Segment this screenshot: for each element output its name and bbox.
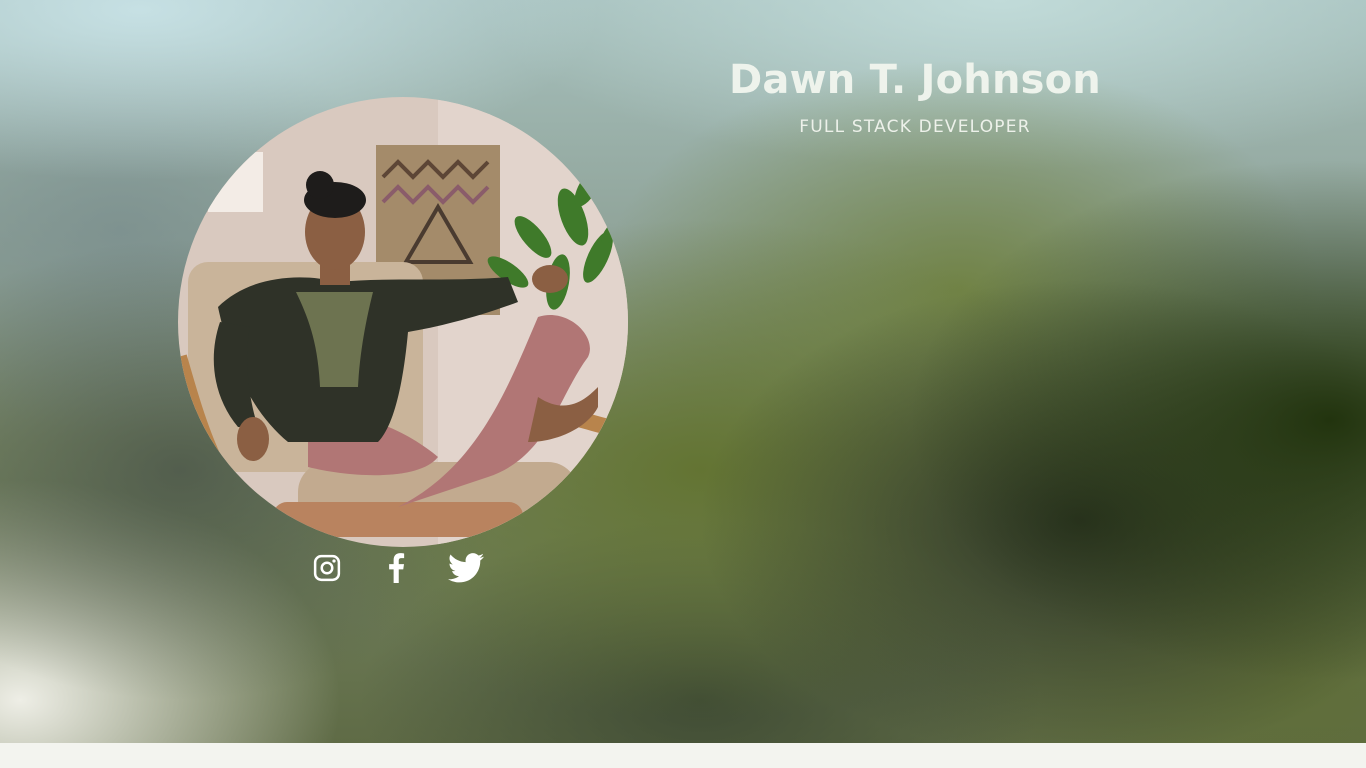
instagram-icon [313, 554, 341, 582]
profile-title: FULL STACK DEVELOPER [799, 117, 1031, 137]
page-footer-strip [0, 743, 1366, 768]
twitter-icon [448, 553, 484, 583]
profile-name: Dawn T. Johnson [729, 57, 1101, 103]
facebook-icon [389, 553, 405, 583]
hero-section: Dawn T. Johnson FULL STACK DEVELOPER [0, 0, 1366, 743]
instagram-link[interactable] [307, 548, 347, 588]
facebook-link[interactable] [376, 548, 416, 588]
profile-photo-illustration [178, 97, 628, 547]
social-links [307, 548, 497, 590]
twitter-link[interactable] [446, 548, 486, 588]
profile-photo [178, 97, 628, 547]
